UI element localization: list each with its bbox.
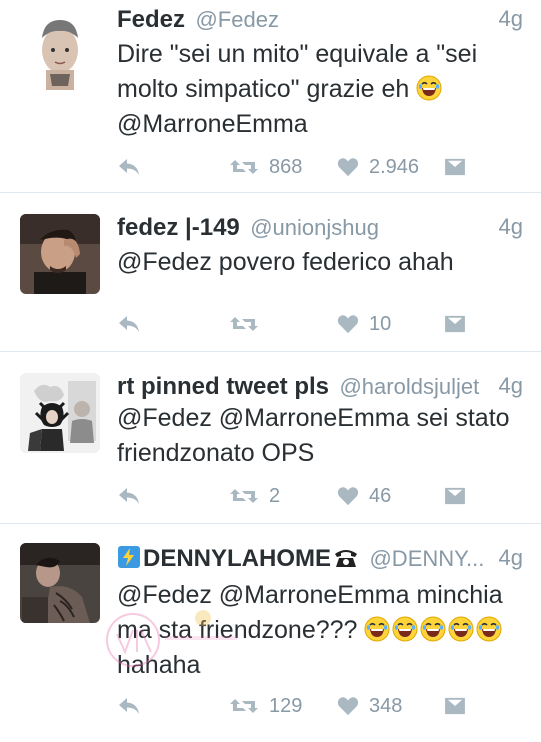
tweet-text-line: Dire "sei un mito" equivale a "sei [117, 40, 478, 68]
like-count: 2.946 [369, 155, 420, 178]
reply-icon [117, 696, 141, 716]
display-name[interactable]: DENNYLAHOME [143, 545, 331, 572]
retweet-button[interactable] [229, 309, 269, 339]
tweet-text-line: @Fedez @MarroneEmma sei stato [117, 404, 510, 432]
tweet-text-line: friendzonato OPS [117, 439, 315, 467]
like-count: 46 [369, 484, 392, 507]
laughing-emoji [448, 616, 474, 642]
display-name[interactable]: fedez |-149 [117, 214, 240, 241]
direct-message-icon [444, 158, 466, 176]
direct-message-icon [444, 487, 466, 505]
direct-message-button[interactable] [444, 481, 466, 511]
tweet[interactable]: DENNYLAHOME @DENNY... 4g @Fedez @Marrone… [0, 525, 541, 742]
retweet-button[interactable]: 868 [229, 152, 302, 182]
retweet-button[interactable]: 2 [229, 481, 280, 511]
tweet-text-line: @MarroneEmma [117, 110, 308, 138]
timestamp[interactable]: 4g [499, 214, 523, 240]
retweet-count: 868 [269, 155, 303, 178]
avatar[interactable] [20, 543, 100, 623]
laughing-emoji [416, 75, 442, 101]
like-button[interactable]: 46 [337, 481, 391, 511]
heart-icon [337, 314, 359, 334]
retweet-count: 2 [269, 484, 281, 507]
retweet-button[interactable]: 129 [229, 691, 302, 721]
retweet-icon [229, 157, 259, 177]
timestamp[interactable]: 4g [499, 6, 523, 32]
laughing-emoji [392, 616, 418, 642]
timestamp[interactable]: 4g [499, 545, 523, 571]
tweet-text: @Fedez @MarroneEmma sei stato friendzona… [117, 401, 527, 471]
tweet-text-line: molto simpatico" grazie eh [117, 75, 410, 103]
like-count: 348 [369, 694, 403, 717]
reply-button[interactable] [117, 691, 141, 721]
timestamp[interactable]: 4g [499, 373, 523, 399]
direct-message-icon [444, 697, 466, 715]
tweet-text-line: hahaha [117, 651, 201, 679]
direct-message-icon [444, 315, 466, 333]
tweet[interactable]: fedez |-149 @unionjshug 4g @Fedez povero… [0, 194, 541, 352]
display-name[interactable]: Fedez [117, 6, 185, 33]
tweet-text-line: @Fedez povero federico ahah [117, 248, 454, 276]
retweet-icon [229, 696, 259, 716]
laughing-emoji [364, 616, 390, 642]
tweet-text-line: @Fedez @MarroneEmma minchia [117, 581, 503, 609]
like-button[interactable]: 348 [337, 691, 402, 721]
tweet-text: @Fedez @MarroneEmma minchia ma sta frien… [117, 578, 527, 683]
reply-button[interactable] [117, 309, 141, 339]
like-button[interactable]: 10 [337, 309, 391, 339]
direct-message-button[interactable] [444, 152, 466, 182]
like-count: 10 [369, 312, 392, 335]
heart-icon [337, 486, 359, 506]
tweet[interactable]: Fedez @Fedez 4g Dire "sei un mito" equiv… [0, 0, 541, 193]
display-name[interactable]: rt pinned tweet pls [117, 373, 329, 400]
laughing-emoji [476, 616, 502, 642]
telephone-emoji [335, 550, 358, 567]
reply-button[interactable] [117, 481, 141, 511]
user-handle[interactable]: @Fedez [195, 7, 278, 32]
user-handle[interactable]: @DENNY... [369, 546, 484, 571]
avatar[interactable] [20, 214, 100, 294]
tweet-text: Dire "sei un mito" equivale a "sei molto… [117, 37, 527, 142]
avatar[interactable] [20, 373, 100, 453]
reply-icon [117, 314, 141, 334]
tweet-text: @Fedez povero federico ahah [117, 245, 527, 280]
direct-message-button[interactable] [444, 309, 466, 339]
tweet[interactable]: rt pinned tweet pls @haroldsjuljet 4g @F… [0, 353, 541, 524]
tweet-text-line: ma sta friendzone??? [117, 616, 358, 644]
avatar[interactable] [20, 10, 100, 90]
reply-icon [117, 486, 141, 506]
direct-message-button[interactable] [444, 691, 466, 721]
user-handle[interactable]: @unionjshug [250, 215, 379, 240]
heart-icon [337, 157, 359, 177]
reply-button[interactable] [117, 152, 141, 182]
user-handle[interactable]: @haroldsjuljet [339, 374, 479, 399]
heart-icon [337, 696, 359, 716]
laughing-emoji [420, 616, 446, 642]
retweet-count: 129 [269, 694, 303, 717]
retweet-icon [229, 486, 259, 506]
retweet-icon [229, 314, 259, 334]
like-button[interactable]: 2.946 [337, 152, 419, 182]
reply-icon [117, 157, 141, 177]
lightning-box-emoji [118, 546, 140, 568]
